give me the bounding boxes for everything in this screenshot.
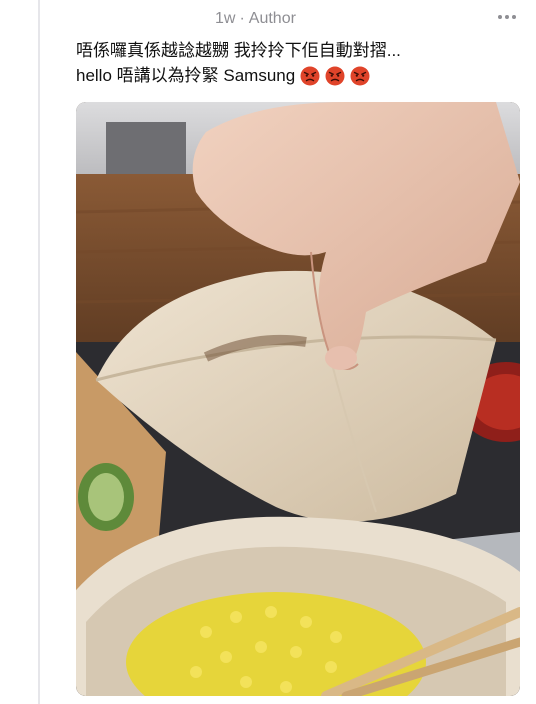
angry-face-emoji-icon — [350, 66, 370, 85]
more-horizontal-icon[interactable] — [496, 6, 518, 28]
thread-connector-line — [38, 0, 40, 704]
comment-line-2: hello 唔講以為拎緊 Samsung — [76, 63, 516, 88]
timestamp[interactable]: 1w — [215, 10, 235, 28]
comment-meta: 1w · Author — [215, 10, 296, 28]
comment-line-1: 唔係囉真係越諗越嬲 我拎拎下佢自動對摺... — [76, 41, 401, 60]
comment-body: 唔係囉真係越諗越嬲 我拎拎下佢自動對摺... hello 唔講以為拎緊 Sams… — [76, 38, 516, 88]
attached-photo[interactable] — [76, 102, 520, 696]
comment-line-2-text: hello 唔講以為拎緊 Samsung — [76, 66, 296, 85]
thread-comment: 1w · Author 唔係囉真係越諗越嬲 我拎拎下佢自動對摺... hello… — [0, 0, 536, 704]
angry-face-emoji-icon — [300, 66, 320, 85]
photo-illustration — [76, 102, 520, 696]
author-badge: Author — [248, 10, 296, 27]
meta-separator: · — [239, 10, 245, 27]
angry-face-emoji-icon — [325, 66, 345, 85]
